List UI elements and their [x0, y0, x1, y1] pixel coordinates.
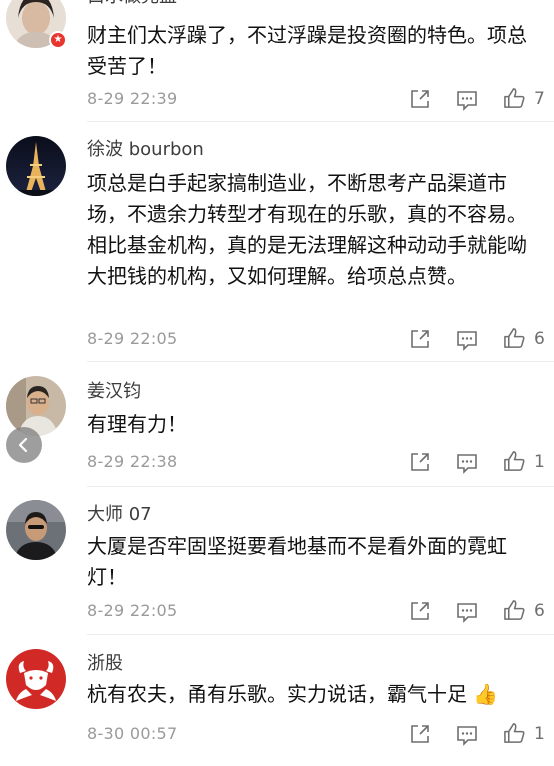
comment-text: 大厦是否牢固坚挺要看地基而不是看外面的霓虹灯！ — [87, 534, 507, 589]
username[interactable]: 大师 07 — [87, 504, 152, 526]
share-button[interactable] — [409, 451, 431, 473]
comment-button[interactable] — [456, 89, 478, 111]
username[interactable]: 徐波 bourbon — [87, 139, 204, 161]
share-icon — [411, 725, 429, 743]
comment-icon — [457, 91, 477, 111]
timestamp: 8-29 22:39 — [87, 89, 178, 108]
thumbs-up-emoji-icon: 👍 — [473, 682, 499, 706]
like-count: 6 — [534, 328, 545, 349]
username[interactable]: 姜汉钧 — [87, 381, 141, 403]
avatar[interactable] — [6, 136, 66, 196]
comment-text: 项总是白手起家搞制造业，不断思考产品渠道市场，不遗余力转型才有现在的乐歌，真的不… — [87, 171, 527, 288]
comment-icon — [457, 331, 477, 351]
avatar[interactable] — [6, 649, 66, 709]
timestamp: 8-29 22:05 — [87, 329, 178, 348]
like-button[interactable]: 7 — [503, 87, 545, 110]
back-button[interactable] — [6, 427, 42, 463]
like-count: 6 — [534, 600, 545, 621]
share-icon — [411, 453, 429, 471]
comment-text-content: 杭有农夫，甬有乐歌。实力说话，霸气十足 — [87, 682, 467, 706]
comment-item: ★ 白水做完盘 财主们太浮躁了，不过浮躁是投资圈的特色。项总受苦了！ 8-29 … — [0, 0, 554, 122]
share-button[interactable] — [409, 723, 431, 745]
thumbs-up-icon — [504, 451, 525, 471]
avatar[interactable] — [6, 500, 66, 560]
like-button[interactable]: 6 — [503, 327, 545, 350]
comment-button[interactable] — [456, 452, 478, 474]
comment-icon — [457, 603, 477, 623]
timestamp: 8-29 22:38 — [87, 452, 178, 471]
comment-text: 杭有农夫，甬有乐歌。实力说话，霸气十足 👍 — [87, 679, 539, 710]
avatar[interactable] — [6, 376, 66, 436]
comment-item: 徐波 bourbon 项总是白手起家搞制造业，不断思考产品渠道市场，不遗余力转型… — [0, 122, 554, 362]
comment-text: 有理有力！ — [87, 412, 187, 436]
verified-badge: ★ — [49, 31, 67, 49]
comment-item: 浙股 杭有农夫，甬有乐歌。实力说话，霸气十足 👍 8-30 00:57 1 — [0, 635, 554, 766]
chevron-left-icon — [18, 437, 28, 453]
timestamp: 8-30 00:57 — [87, 724, 178, 743]
comment-icon — [457, 726, 477, 746]
comment-icon — [457, 454, 477, 474]
like-button[interactable]: 1 — [503, 450, 545, 473]
thumbs-up-icon — [504, 723, 525, 743]
comment-item: 姜汉钧 有理有力！ 8-29 22:38 1 — [0, 362, 554, 487]
timestamp: 8-29 22:05 — [87, 601, 178, 620]
comment-button[interactable] — [456, 329, 478, 351]
username[interactable]: 浙股 — [87, 653, 123, 675]
star-icon: ★ — [51, 33, 65, 47]
like-button[interactable]: 1 — [503, 722, 545, 745]
share-button[interactable] — [409, 88, 431, 110]
like-count: 1 — [534, 723, 545, 744]
comment-item: 大师 07 大厦是否牢固坚挺要看地基而不是看外面的霓虹灯！ 8-29 22:05… — [0, 487, 554, 635]
share-icon — [411, 602, 429, 620]
share-button[interactable] — [409, 328, 431, 350]
thumbs-up-icon — [504, 88, 525, 108]
username[interactable]: 白水做完盘 — [87, 0, 177, 8]
share-icon — [411, 90, 429, 108]
like-count: 1 — [534, 451, 545, 472]
comment-text: 财主们太浮躁了，不过浮躁是投资圈的特色。项总受苦了！ — [87, 23, 527, 78]
share-button[interactable] — [409, 600, 431, 622]
like-count: 7 — [534, 88, 545, 109]
like-button[interactable]: 6 — [503, 599, 545, 622]
comment-button[interactable] — [456, 601, 478, 623]
share-icon — [411, 330, 429, 348]
comment-button[interactable] — [456, 724, 478, 746]
thumbs-up-icon — [504, 600, 525, 620]
thumbs-up-icon — [504, 328, 525, 348]
